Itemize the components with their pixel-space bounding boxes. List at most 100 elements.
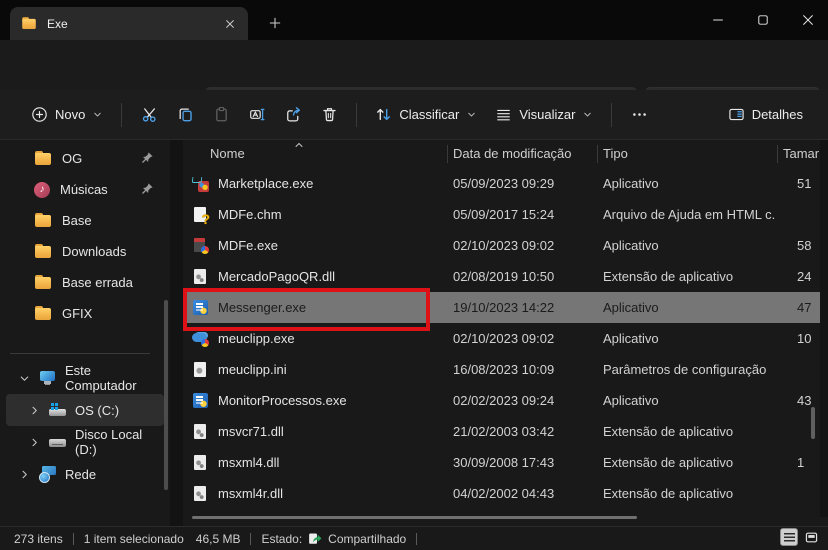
app-icon <box>192 237 210 255</box>
sidebar-item-label: Disco Local (D:) <box>75 427 164 457</box>
view-button[interactable]: Visualizar <box>486 97 602 133</box>
sidebar-tree: Este Computador OS (C:) Disco Local (D:)… <box>0 362 170 490</box>
sidebar-item-gfix[interactable]: GFIX <box>0 298 170 329</box>
thumbnail-view-toggle[interactable] <box>802 528 820 546</box>
pin-icon <box>140 151 154 165</box>
new-button[interactable]: Novo <box>22 97 112 133</box>
view-toggles <box>780 528 820 546</box>
sidebar-item-label: OG <box>62 151 82 166</box>
sidebar-item-label: OS (C:) <box>75 403 119 418</box>
sidebar-item-label: GFIX <box>62 306 92 321</box>
file-row-monitorprocessos-exe[interactable]: MonitorProcessos.exe 02/02/2023 09:24 Ap… <box>183 385 820 416</box>
sidebar-item-base[interactable]: Base <box>0 205 170 236</box>
delete-button[interactable] <box>311 97 347 133</box>
state-value: Compartilhado <box>328 532 406 546</box>
chevron-right-icon[interactable] <box>28 404 41 417</box>
shared-icon <box>308 531 323 546</box>
navigation-bar: … CompuFour Clipp Exe <box>0 40 828 90</box>
column-headers: Nome Data de modificação Tipo Tamanho <box>183 140 828 168</box>
column-header-data[interactable]: Data de modificação <box>453 140 572 168</box>
titlebar: Exe <box>0 0 828 40</box>
sort-button[interactable]: Classificar <box>366 97 486 133</box>
folder-icon <box>34 244 52 259</box>
folder-icon <box>34 306 52 321</box>
file-row-meuclipp-ini[interactable]: meuclipp.ini 16/08/2023 10:09 Parâmetros… <box>183 354 820 385</box>
sidebar-item-og[interactable]: OG <box>0 143 170 174</box>
app-icon <box>192 299 210 317</box>
sidebar-item-rede[interactable]: Rede <box>6 458 164 490</box>
cut-button[interactable] <box>131 97 167 133</box>
toolbar-separator <box>356 103 357 127</box>
copy-button[interactable] <box>167 97 203 133</box>
sort-button-label: Classificar <box>399 107 459 122</box>
folder-icon <box>21 17 36 30</box>
details-view-toggle[interactable] <box>780 528 798 546</box>
sidebar-item-este-computador[interactable]: Este Computador <box>6 362 164 394</box>
file-row-mdfe-chm[interactable]: MDFe.chm 05/09/2017 15:24 Arquivo de Aju… <box>183 199 820 230</box>
network-icon <box>39 466 57 482</box>
file-row-mdfe-exe[interactable]: MDFe.exe 02/10/2023 09:02 Aplicativo 58 <box>183 230 820 261</box>
tab-exe[interactable]: Exe <box>10 7 248 40</box>
dll-file-icon <box>192 268 210 286</box>
file-explorer-window: Exe <box>0 0 828 550</box>
column-header-tamanho[interactable]: Tamanho <box>783 140 819 168</box>
body: OG Músicas Base Downloads <box>0 140 828 526</box>
drive-icon <box>49 435 67 449</box>
selection-count: 1 item selecionado <box>84 532 184 546</box>
more-options-button[interactable] <box>621 97 657 133</box>
status-separator <box>250 533 251 545</box>
sidebar-item-os-c[interactable]: OS (C:) <box>6 394 164 426</box>
new-tab-button[interactable] <box>262 10 288 36</box>
scrollbar-track <box>820 140 828 517</box>
sidebar-item-disco-local-d[interactable]: Disco Local (D:) <box>6 426 164 458</box>
status-bar: 273 itens 1 item selecionado 46,5 MB Est… <box>0 526 828 550</box>
tab-close-icon[interactable] <box>220 14 240 34</box>
horizontal-scrollbar[interactable] <box>192 516 637 519</box>
quick-access-list: OG Músicas Base Downloads <box>0 143 170 329</box>
column-divider[interactable] <box>447 145 448 163</box>
paste-button[interactable] <box>203 97 239 133</box>
config-file-icon <box>192 361 210 379</box>
sidebar-item-musicas[interactable]: Músicas <box>0 174 170 205</box>
column-divider[interactable] <box>777 145 778 163</box>
sidebar-item-base-errada[interactable]: Base errada <box>0 267 170 298</box>
rename-button[interactable] <box>239 97 275 133</box>
sidebar-divider <box>10 353 150 354</box>
list-lines-icon <box>784 533 795 542</box>
help-file-icon <box>192 206 210 224</box>
file-row-msxml4r-dll[interactable]: msxml4r.dll 04/02/2002 04:43 Extensão de… <box>183 478 820 509</box>
toolbar-separator <box>611 103 612 127</box>
chevron-right-icon[interactable] <box>18 468 31 481</box>
status-separator <box>416 533 417 545</box>
sidebar-scrollbar[interactable] <box>164 300 168 490</box>
vertical-scrollbar[interactable] <box>811 407 815 439</box>
app-icon <box>192 330 210 348</box>
music-icon <box>34 182 50 198</box>
file-row-msxml4-dll[interactable]: msxml4.dll 30/09/2008 17:43 Extensão de … <box>183 447 820 478</box>
file-row-messenger-exe[interactable]: Messenger.exe 19/10/2023 14:22 Aplicativ… <box>183 292 820 323</box>
column-header-tipo[interactable]: Tipo <box>603 140 628 168</box>
file-row-marketplace-exe[interactable]: Marketplace.exe 05/09/2023 09:29 Aplicat… <box>183 168 820 199</box>
file-row-meuclipp-exe[interactable]: meuclipp.exe 02/10/2023 09:02 Aplicativo… <box>183 323 820 354</box>
sidebar-item-downloads[interactable]: Downloads <box>0 236 170 267</box>
file-row-msvcr71-dll[interactable]: msvcr71.dll 21/02/2003 03:42 Extensão de… <box>183 416 820 447</box>
share-button[interactable] <box>275 97 311 133</box>
chevron-down-icon <box>466 109 477 120</box>
pane-divider[interactable] <box>170 140 183 526</box>
app-icon <box>192 175 210 193</box>
maximize-button[interactable] <box>740 0 785 40</box>
chevron-down-icon <box>582 109 593 120</box>
chevron-down-icon[interactable] <box>18 372 31 385</box>
close-button[interactable] <box>785 0 828 40</box>
column-divider[interactable] <box>597 145 598 163</box>
sidebar-item-label: Base errada <box>62 275 133 290</box>
new-button-label: Novo <box>55 107 85 122</box>
chevron-right-icon[interactable] <box>28 436 41 449</box>
file-row-mercadopagoqr-dll[interactable]: MercadoPagoQR.dll 02/08/2019 10:50 Exten… <box>183 261 820 292</box>
details-pane-label: Detalhes <box>752 107 803 122</box>
column-header-nome[interactable]: Nome <box>210 140 245 168</box>
details-pane-button[interactable]: Detalhes <box>719 97 812 133</box>
minimize-button[interactable] <box>695 0 740 40</box>
command-bar: Novo Classificar Visualizar <box>0 90 828 140</box>
file-list: Nome Data de modificação Tipo Tamanho Ma… <box>183 140 828 526</box>
